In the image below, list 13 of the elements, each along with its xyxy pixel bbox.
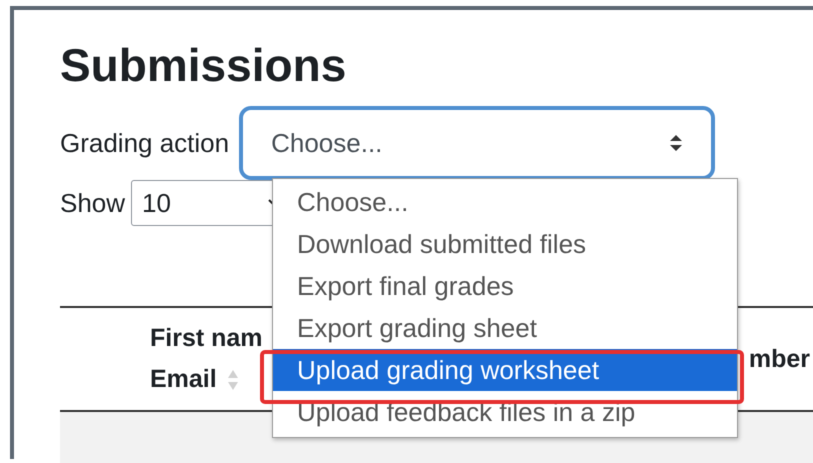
grading-action-select[interactable]: Choose... bbox=[239, 106, 716, 180]
sort-icon[interactable] bbox=[226, 368, 239, 390]
dropdown-option[interactable]: Export final grades bbox=[273, 265, 737, 307]
page-heading: Submissions bbox=[60, 38, 348, 92]
grading-action-label: Grading action bbox=[60, 128, 230, 158]
column-header[interactable]: Email bbox=[150, 365, 217, 394]
column-header[interactable]: First nam bbox=[150, 324, 263, 353]
dropdown-option[interactable]: Download submitted files bbox=[273, 223, 737, 265]
dropdown-option[interactable]: Export grading sheet bbox=[273, 307, 737, 349]
show-label: Show bbox=[60, 188, 126, 218]
sort-arrows-icon bbox=[669, 133, 684, 153]
dropdown-option[interactable]: Upload grading worksheet bbox=[273, 349, 737, 391]
column-header[interactable]: mber bbox=[748, 344, 810, 372]
